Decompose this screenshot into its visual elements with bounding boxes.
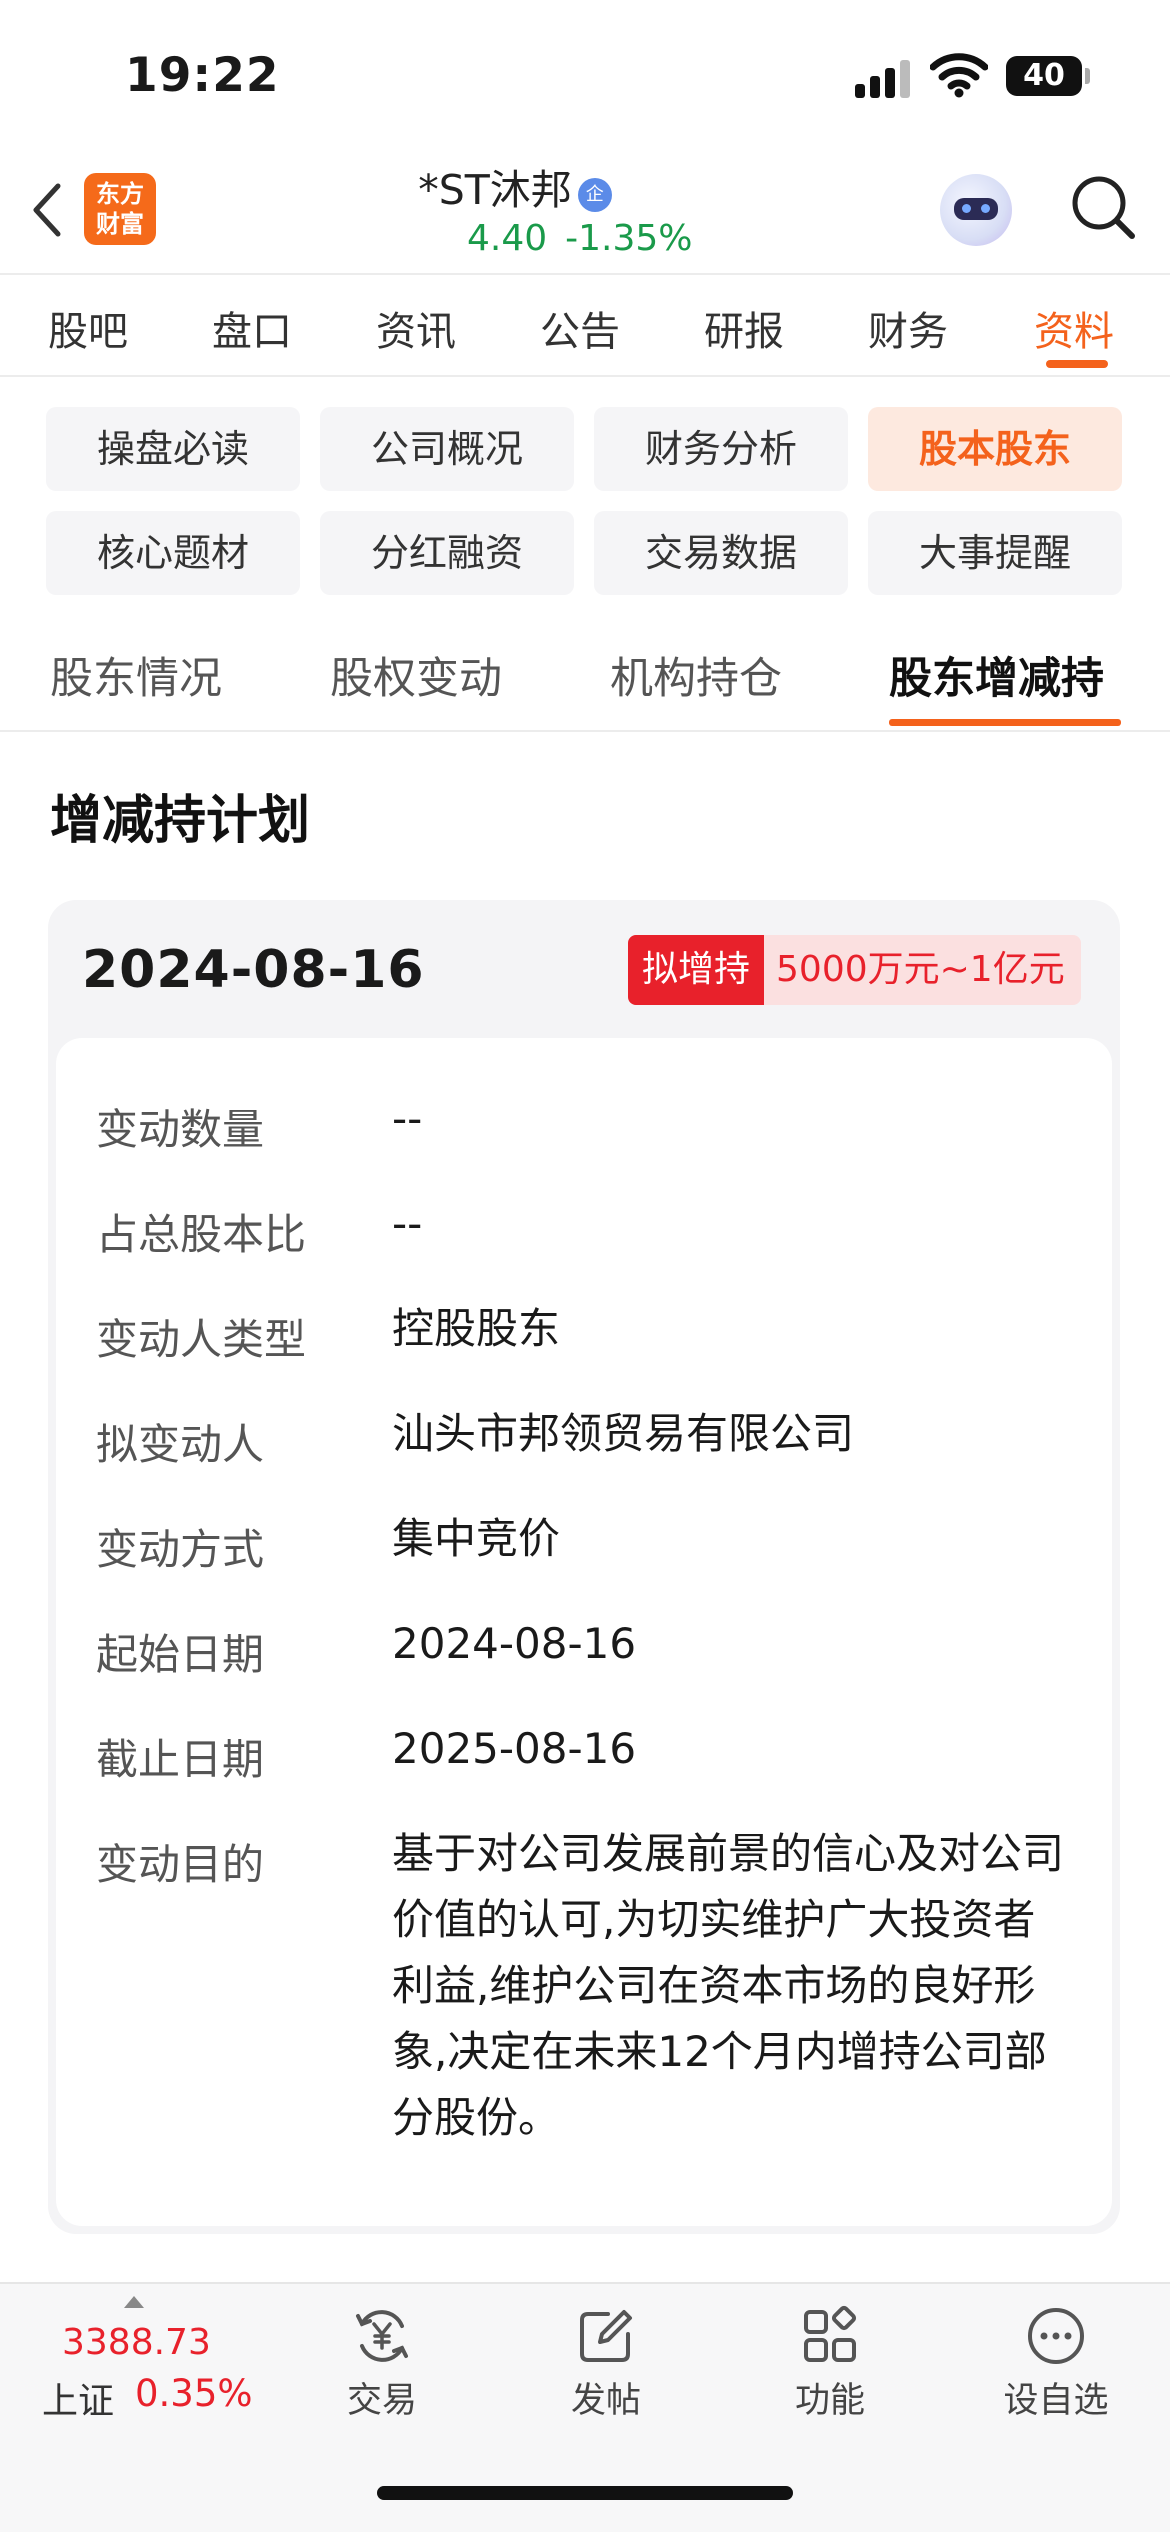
section-title: 增减持计划: [50, 791, 311, 851]
active-subtab-indicator: [889, 719, 1121, 726]
subtab-shareholders[interactable]: 股东情况: [50, 644, 222, 706]
trade-label: 交易: [346, 2381, 417, 2421]
grid-icon: [804, 2305, 857, 2362]
detail-label: 占总股本比: [96, 1210, 307, 1259]
search-icon[interactable]: [1068, 172, 1138, 242]
detail-value: 汕头市邦领贸易有限公司: [392, 1409, 855, 1458]
tab-guba[interactable]: 股吧: [48, 299, 128, 357]
more-circle-icon: [1028, 2308, 1084, 2364]
chip-financial-analysis[interactable]: 财务分析: [594, 407, 848, 491]
plan-details: 变动数量 -- 占总股本比 -- 变动人类型 控股股东 拟变动人 汕头市邦领贸易…: [56, 1038, 1112, 2226]
verified-icon: 企: [577, 178, 612, 212]
detail-label: 变动数量: [96, 1105, 265, 1154]
detail-value: 2024-08-16: [392, 1619, 637, 1668]
chip-trading-data[interactable]: 交易数据: [594, 511, 848, 595]
post-label: 发帖: [570, 2381, 641, 2421]
stock-header: 东方 财富 *ST沐邦企 4.40 -1.35%: [0, 150, 1170, 275]
robot-face: [954, 198, 998, 220]
chip-dividends[interactable]: 分红融资: [320, 511, 574, 595]
stock-change: -1.35%: [565, 218, 693, 259]
home-indicator[interactable]: [377, 2486, 793, 2500]
detail-label: 起始日期: [96, 1630, 265, 1679]
detail-value: 2025-08-16: [392, 1724, 637, 1773]
plan-tag: 拟增持 5000万元~1亿元: [628, 935, 1081, 1005]
detail-value: --: [392, 1199, 423, 1248]
chip-share-capital[interactable]: 股本股东: [868, 407, 1122, 491]
add-watchlist-label: 设自选: [1003, 2381, 1109, 2421]
detail-label: 截止日期: [96, 1735, 265, 1784]
tab-announcements[interactable]: 公告: [540, 299, 620, 357]
chip-core-themes[interactable]: 核心题材: [46, 511, 300, 595]
active-tab-indicator: [1046, 360, 1108, 368]
subtab-equity-changes[interactable]: 股权变动: [330, 644, 502, 706]
detail-label: 变动方式: [96, 1525, 265, 1574]
functions-label: 功能: [794, 2381, 865, 2421]
yuan-exchange-icon: [356, 2310, 408, 2362]
plan-date: 2024-08-16: [82, 940, 425, 1000]
tab-pankou[interactable]: 盘口: [212, 299, 292, 357]
expand-up-icon[interactable]: [124, 2296, 144, 2308]
tab-finance[interactable]: 财务: [868, 299, 948, 357]
back-button[interactable]: [26, 180, 70, 240]
eastmoney-logo[interactable]: 东方 财富: [84, 173, 156, 245]
detail-value: 控股股东: [392, 1304, 561, 1353]
status-time: 19:22: [125, 48, 280, 103]
detail-value: --: [392, 1094, 423, 1143]
index-change[interactable]: 0.35%: [135, 2372, 253, 2415]
status-bar: 19:22 40: [0, 0, 1170, 150]
tab-news[interactable]: 资讯: [376, 299, 456, 357]
primary-tabs: 股吧 盘口 资讯 公告 研报 财务 资料: [0, 277, 1170, 377]
logo-line-1: 东方: [96, 180, 144, 208]
shareholder-subtabs: 股东情况 股权变动 机构持仓 股东增减持: [0, 620, 1170, 732]
chip-events[interactable]: 大事提醒: [868, 511, 1122, 595]
functions-button[interactable]: 功能: [760, 2304, 900, 2423]
stock-title: *ST沐邦企: [300, 156, 730, 216]
tab-research[interactable]: 研报: [704, 299, 784, 357]
tab-profile[interactable]: 资料: [1034, 299, 1114, 357]
plan-amount: 5000万元~1亿元: [764, 935, 1081, 1005]
edit-icon: [580, 2310, 632, 2362]
stock-price: 4.40: [467, 218, 548, 259]
add-watchlist-button[interactable]: 设自选: [986, 2304, 1126, 2423]
plan-type-badge: 拟增持: [628, 935, 765, 1005]
index-value[interactable]: 3388.73: [62, 2322, 211, 2363]
battery-icon: 40: [1006, 56, 1082, 96]
detail-label: 变动人类型: [96, 1315, 307, 1364]
detail-value: 集中竞价: [392, 1514, 561, 1563]
post-button[interactable]: 发帖: [536, 2304, 676, 2423]
chip-company-overview[interactable]: 公司概况: [320, 407, 574, 491]
detail-value: 基于对公司发展前景的信心及对公司价值的认可,为切实维护广大投资者利益,维护公司在…: [392, 1829, 1065, 2142]
detail-label: 变动目的: [96, 1840, 265, 1889]
trade-button[interactable]: 交易: [312, 2304, 452, 2423]
holding-plan-card[interactable]: 2024-08-16 拟增持 5000万元~1亿元 变动数量 -- 占总股本比 …: [48, 900, 1120, 2234]
subtab-holding-changes[interactable]: 股东增减持: [889, 644, 1104, 706]
subtab-institutional-holdings[interactable]: 机构持仓: [610, 644, 782, 706]
detail-label: 拟变动人: [96, 1420, 265, 1469]
assistant-robot-icon[interactable]: [940, 174, 1012, 246]
chip-trading-guide[interactable]: 操盘必读: [46, 407, 300, 491]
index-name[interactable]: 上证: [42, 2372, 114, 2424]
cellular-signal-icon: [855, 58, 915, 98]
wifi-icon: [930, 53, 988, 98]
logo-line-2: 财富: [96, 210, 144, 238]
battery-tip: [1085, 68, 1090, 84]
stock-name: *ST沐邦: [418, 166, 572, 214]
